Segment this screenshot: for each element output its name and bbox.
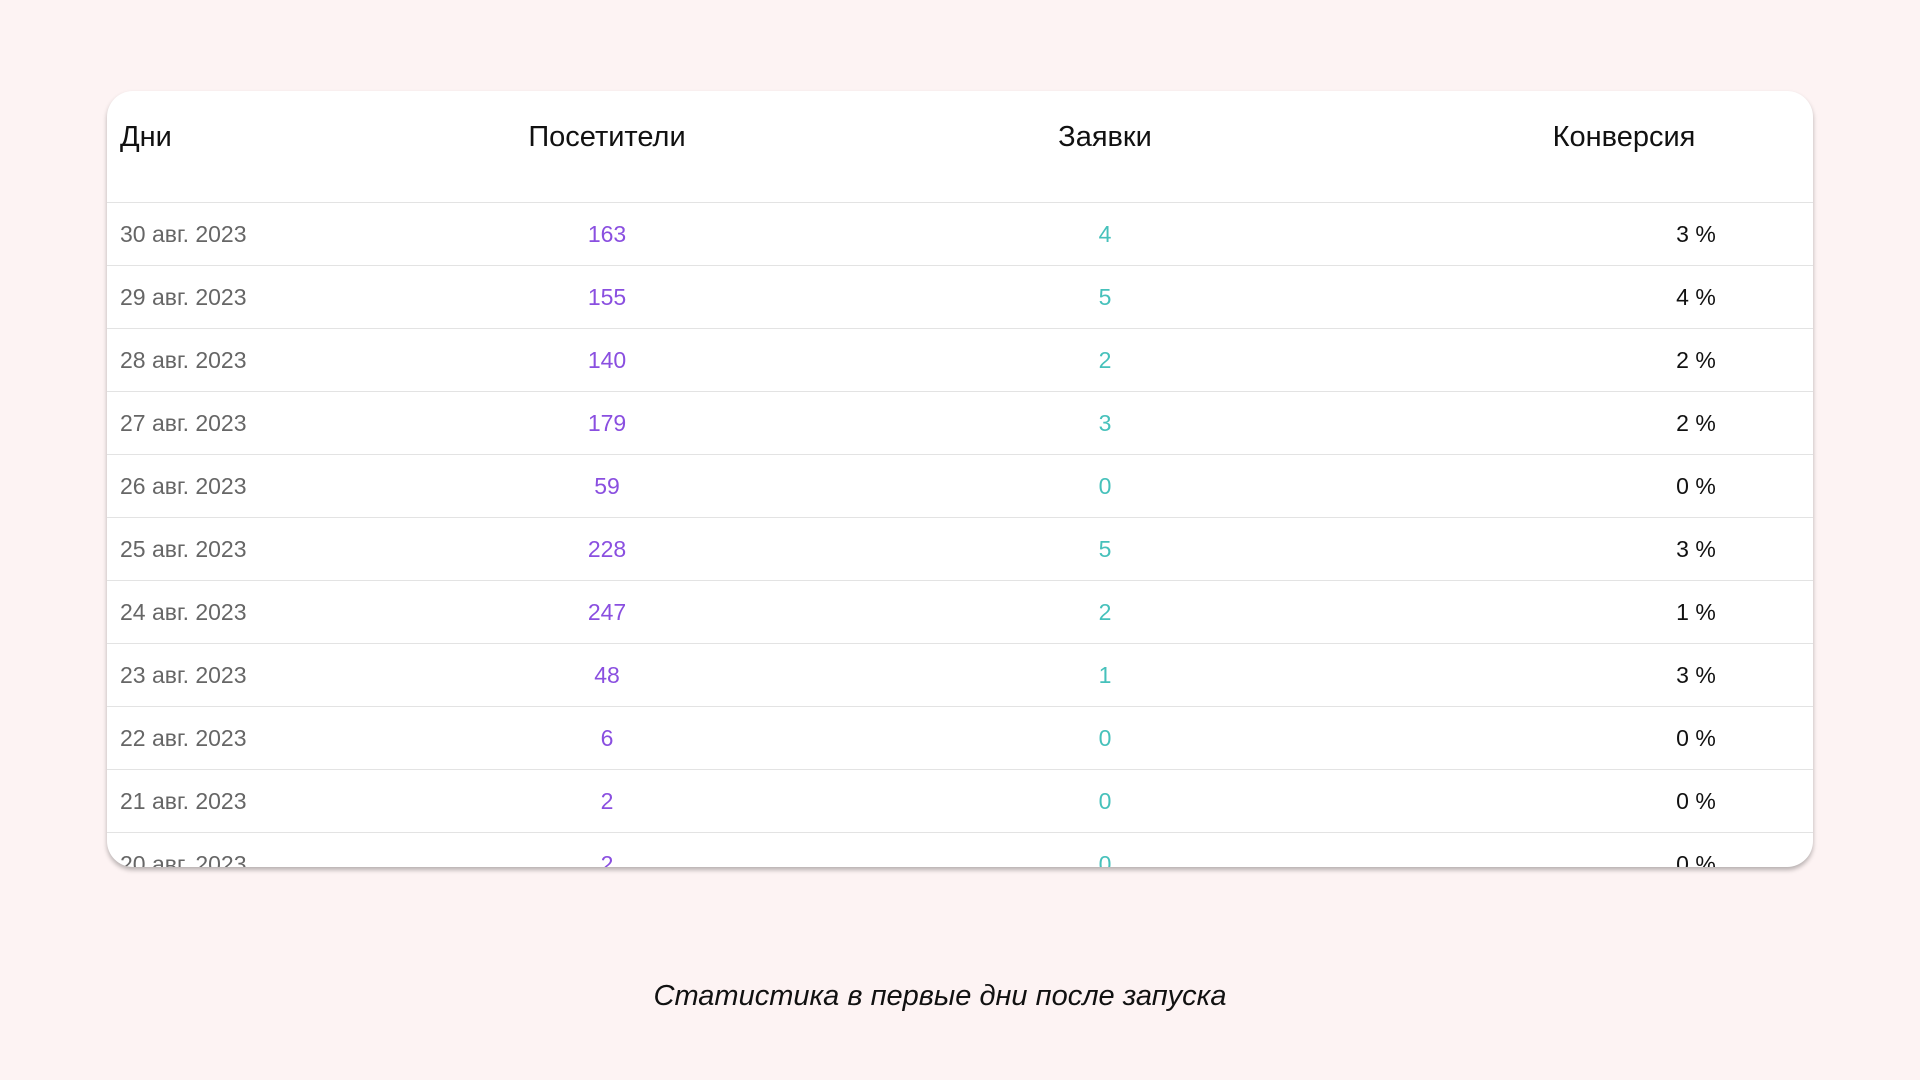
table-row: 28 авг. 2023 140 2 2 %: [107, 329, 1813, 392]
cell-date: 28 авг. 2023: [120, 347, 247, 373]
cell-visitors: 247: [587, 599, 627, 625]
cell-requests: 0: [1098, 851, 1112, 867]
cell-date: 20 авг. 2023: [120, 851, 247, 867]
cell-conversion: 0 %: [1676, 725, 1716, 751]
cell-conversion: 0 %: [1676, 851, 1716, 867]
caption: Статистика в первые дни после запуска: [653, 980, 1227, 1012]
cell-visitors: 59: [594, 473, 620, 499]
table-row: 20 авг. 2023 2 0 0 %: [107, 833, 1813, 867]
cell-requests: 2: [1098, 599, 1112, 625]
table-row: 27 авг. 2023 179 3 2 %: [107, 392, 1813, 455]
table-row: 22 авг. 2023 6 0 0 %: [107, 707, 1813, 770]
cell-conversion: 3 %: [1676, 536, 1716, 562]
cell-requests: 5: [1098, 284, 1112, 310]
cell-date: 23 авг. 2023: [120, 662, 247, 688]
cell-requests: 0: [1098, 788, 1112, 814]
table-row: 21 авг. 2023 2 0 0 %: [107, 770, 1813, 833]
cell-visitors: 163: [587, 221, 627, 247]
table-row: 23 авг. 2023 48 1 3 %: [107, 644, 1813, 707]
cell-conversion: 0 %: [1676, 788, 1716, 814]
cell-requests: 4: [1098, 221, 1112, 247]
cell-requests: 1: [1098, 662, 1112, 688]
stats-table-card: Дни Посетители Заявки Конверсия 30 авг. …: [107, 91, 1813, 867]
table-row: 25 авг. 2023 228 5 3 %: [107, 518, 1813, 581]
cell-conversion: 3 %: [1676, 662, 1716, 688]
cell-requests: 0: [1098, 473, 1112, 499]
cell-requests: 3: [1098, 410, 1112, 436]
header-requests[interactable]: Заявки: [905, 120, 1305, 154]
cell-visitors: 48: [594, 662, 620, 688]
cell-date: 29 авг. 2023: [120, 284, 247, 310]
cell-visitors: 228: [587, 536, 627, 562]
cell-visitors: 6: [600, 725, 614, 751]
cell-requests: 0: [1098, 725, 1112, 751]
header-visitors[interactable]: Посетители: [407, 120, 807, 154]
table-row: 24 авг. 2023 247 2 1 %: [107, 581, 1813, 644]
cell-date: 25 авг. 2023: [120, 536, 247, 562]
header-conversion[interactable]: Конверсия: [1424, 120, 1813, 154]
cell-date: 22 авг. 2023: [120, 725, 247, 751]
cell-visitors: 155: [587, 284, 627, 310]
table-row: 29 авг. 2023 155 5 4 %: [107, 266, 1813, 329]
cell-requests: 5: [1098, 536, 1112, 562]
table-row: 26 авг. 2023 59 0 0 %: [107, 455, 1813, 518]
cell-date: 24 авг. 2023: [120, 599, 247, 625]
cell-visitors: 2: [600, 788, 614, 814]
table-row: 30 авг. 2023 163 4 3 %: [107, 203, 1813, 266]
cell-conversion: 0 %: [1676, 473, 1716, 499]
cell-conversion: 2 %: [1676, 347, 1716, 373]
cell-visitors: 2: [600, 851, 614, 867]
cell-conversion: 4 %: [1676, 284, 1716, 310]
header-days[interactable]: Дни: [120, 120, 172, 154]
cell-date: 26 авг. 2023: [120, 473, 247, 499]
cell-conversion: 2 %: [1676, 410, 1716, 436]
cell-conversion: 3 %: [1676, 221, 1716, 247]
cell-visitors: 140: [587, 347, 627, 373]
cell-date: 21 авг. 2023: [120, 788, 247, 814]
cell-conversion: 1 %: [1676, 599, 1716, 625]
cell-date: 27 авг. 2023: [120, 410, 247, 436]
cell-requests: 2: [1098, 347, 1112, 373]
table-header: Дни Посетители Заявки Конверсия: [107, 91, 1813, 203]
cell-visitors: 179: [587, 410, 627, 436]
cell-date: 30 авг. 2023: [120, 221, 247, 247]
